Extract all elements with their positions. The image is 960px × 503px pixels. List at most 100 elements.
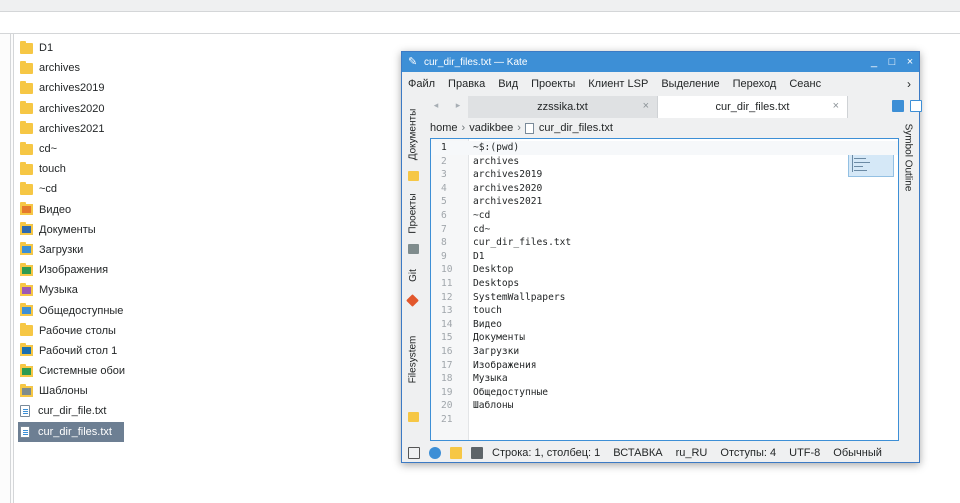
editor-line: 6 ~cd bbox=[431, 209, 898, 223]
panel-tab-symbol-outline-label: Symbol Outline bbox=[902, 123, 914, 191]
line-number: 14 bbox=[441, 318, 453, 330]
panel-tab-documents-label: Документы bbox=[407, 108, 419, 160]
file-item[interactable]: ~cd bbox=[18, 179, 124, 199]
panel-tab-projects[interactable]: Проекты bbox=[404, 188, 422, 238]
indentation-setting[interactable]: Отступы: 4 bbox=[720, 447, 776, 459]
right-sidebar: Symbol Outline bbox=[897, 96, 919, 442]
folder-documents-icon bbox=[20, 222, 33, 236]
folder-icon bbox=[20, 161, 33, 175]
new-tab-icon[interactable] bbox=[892, 100, 904, 112]
file-item[interactable]: cd~ bbox=[18, 139, 124, 159]
file-item[interactable]: Общедоступные bbox=[18, 300, 124, 320]
breadcrumb-file[interactable]: cur_dir_files.txt bbox=[539, 122, 613, 134]
menu-go[interactable]: Переход bbox=[733, 78, 777, 90]
top-toolbar bbox=[0, 0, 960, 12]
menu-edit[interactable]: Правка bbox=[448, 78, 485, 90]
line-number: 19 bbox=[441, 386, 453, 398]
menu-lsp-client[interactable]: Клиент LSP bbox=[588, 78, 648, 90]
folder-icon bbox=[20, 121, 33, 135]
text-file-icon bbox=[20, 425, 30, 438]
file-name: cd~ bbox=[39, 143, 58, 156]
kate-titlebar[interactable]: ✎ cur_dir_files.txt — Kate _ □ × bbox=[402, 52, 919, 72]
git-icon bbox=[406, 294, 419, 307]
file-item[interactable]: Загрузки bbox=[18, 240, 124, 260]
maximize-button[interactable]: □ bbox=[883, 56, 901, 68]
tab-forward-icon[interactable]: ▸ bbox=[450, 100, 466, 114]
line-number: 7 bbox=[441, 223, 447, 235]
line-text: cd~ bbox=[473, 223, 491, 235]
editor-line: 3 archives2019 bbox=[431, 168, 898, 182]
dictionary-language[interactable]: ru_RU bbox=[676, 447, 708, 459]
panel-tab-git[interactable]: Git bbox=[404, 260, 422, 290]
split-view-icon[interactable] bbox=[910, 100, 922, 112]
file-item[interactable]: Музыка bbox=[18, 280, 124, 300]
menu-overflow-icon[interactable]: › bbox=[907, 77, 911, 91]
file-item[interactable]: touch bbox=[18, 159, 124, 179]
line-number: 5 bbox=[441, 196, 447, 208]
line-number: 8 bbox=[441, 237, 447, 249]
line-text: ~$:(pwd) bbox=[473, 142, 520, 153]
line-text: Шаблоны bbox=[473, 400, 514, 412]
line-number: 20 bbox=[441, 400, 453, 412]
file-item[interactable]: Системные обои bbox=[18, 361, 125, 381]
file-item[interactable]: archives bbox=[18, 58, 124, 78]
menu-projects[interactable]: Проекты bbox=[531, 78, 575, 90]
file-item[interactable]: archives2020 bbox=[18, 99, 124, 119]
file-name: D1 bbox=[39, 42, 54, 55]
address-bar[interactable] bbox=[0, 12, 960, 34]
search-icon[interactable] bbox=[429, 447, 441, 459]
tab-cur-dir-files[interactable]: cur_dir_files.txt × bbox=[658, 96, 848, 118]
menu-selection[interactable]: Выделение bbox=[661, 78, 719, 90]
folder-icon bbox=[20, 323, 33, 337]
line-text: Загрузки bbox=[473, 346, 520, 357]
file-encoding[interactable]: UTF-8 bbox=[789, 447, 820, 459]
breadcrumb-user[interactable]: vadikbee bbox=[469, 122, 513, 134]
tab-close-icon[interactable]: × bbox=[643, 100, 649, 112]
file-item[interactable]: cur_dir_file.txt bbox=[18, 401, 124, 421]
folder-icon bbox=[20, 101, 33, 115]
syntax-mode[interactable]: Обычный bbox=[833, 447, 882, 459]
file-item[interactable]: Рабочие столы bbox=[18, 321, 124, 341]
output-icon[interactable] bbox=[471, 447, 483, 459]
file-name: Документы bbox=[39, 223, 96, 236]
folder-icon bbox=[20, 80, 33, 94]
breadcrumb-home[interactable]: home bbox=[430, 122, 458, 134]
panel-tab-symbol-outline[interactable]: Symbol Outline bbox=[899, 112, 917, 202]
line-text: cur_dir_files.txt bbox=[473, 237, 572, 249]
file-item[interactable]: Шаблоны bbox=[18, 381, 124, 401]
cursor-position[interactable]: Строка: 1, столбец: 1 bbox=[492, 447, 600, 459]
file-item[interactable]: Видео bbox=[18, 200, 124, 220]
file-name: Видео bbox=[39, 203, 72, 216]
file-item[interactable]: D1 bbox=[18, 38, 124, 58]
terminal-icon[interactable] bbox=[408, 447, 420, 459]
file-item[interactable]: Рабочий стол 1 bbox=[18, 341, 124, 361]
folder-pictures-icon bbox=[20, 262, 33, 276]
breadcrumb-separator-icon: › bbox=[517, 122, 521, 134]
minimize-button[interactable]: _ bbox=[865, 56, 883, 68]
menu-view[interactable]: Вид bbox=[498, 78, 518, 90]
file-item[interactable]: Изображения bbox=[18, 260, 124, 280]
menu-session[interactable]: Сеанс bbox=[789, 78, 821, 90]
file-item[interactable]: archives2019 bbox=[18, 78, 124, 98]
tab-zzssika[interactable]: zzssika.txt × bbox=[468, 96, 658, 118]
file-item[interactable]: Документы bbox=[18, 220, 124, 240]
input-mode[interactable]: ВСТАВКА bbox=[613, 447, 662, 459]
close-button[interactable]: × bbox=[901, 56, 919, 68]
panel-tab-filesystem[interactable]: Filesystem bbox=[404, 314, 422, 404]
kate-app-icon: ✎ bbox=[408, 56, 418, 68]
tasks-icon[interactable] bbox=[450, 447, 462, 459]
tab-close-icon[interactable]: × bbox=[833, 100, 839, 112]
panel-tab-documents[interactable]: Документы bbox=[404, 104, 422, 164]
menu-file[interactable]: Файл bbox=[408, 78, 435, 90]
editor-line: 9 D1 bbox=[431, 250, 898, 264]
line-number: 1 bbox=[441, 142, 447, 153]
tab-back-icon[interactable]: ◂ bbox=[428, 100, 444, 114]
editor-line: 18 Музыка bbox=[431, 372, 898, 386]
editor-line: 14 Видео bbox=[431, 318, 898, 332]
file-item[interactable]: cur_dir_files.txt bbox=[18, 421, 124, 442]
text-editor[interactable]: 1 ~$:(pwd) 2 archives 3 archives2019 4 archives… bbox=[430, 138, 899, 441]
tab-bar: ◂ ▸ zzssika.txt × cur_dir_files.txt × bbox=[424, 96, 922, 118]
file-item[interactable]: archives2021 bbox=[18, 119, 124, 139]
editor-line: 1 ~$:(pwd) bbox=[431, 141, 898, 155]
line-number: 4 bbox=[441, 182, 447, 194]
